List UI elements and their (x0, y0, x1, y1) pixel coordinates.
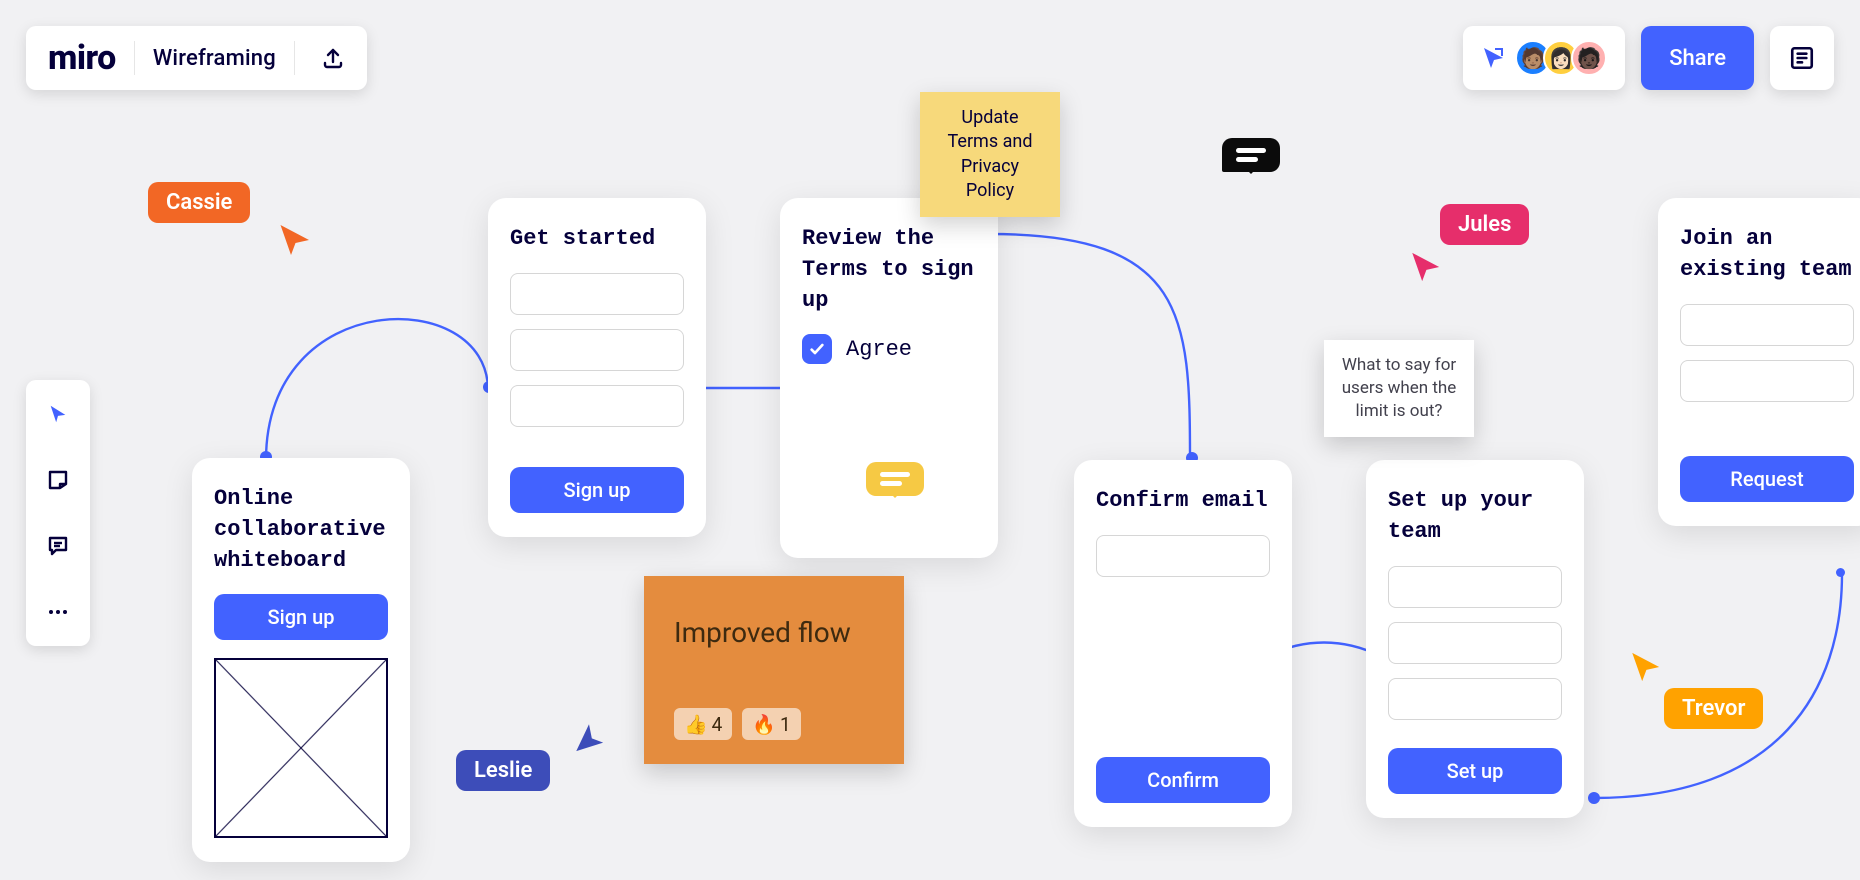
sticky-note-improved-flow[interactable]: Improved flow 👍4 🔥1 (644, 576, 904, 764)
divider (134, 41, 135, 75)
divider (294, 41, 295, 75)
signup-button[interactable]: Sign up (510, 467, 684, 513)
image-placeholder (214, 658, 388, 838)
tool-sticky[interactable] (38, 460, 78, 500)
text-input[interactable] (1388, 566, 1562, 608)
comment-icon[interactable] (1222, 138, 1280, 172)
panel-title: Set up your team (1388, 486, 1562, 548)
avatar[interactable]: 🧑🏿 (1571, 40, 1607, 76)
text-input[interactable] (1680, 304, 1854, 346)
activity-button[interactable] (1770, 26, 1834, 90)
node (1588, 792, 1600, 804)
agree-label: Agree (846, 337, 912, 362)
cursor-mode-icon (1481, 46, 1505, 70)
sticky-text: Update Terms and Privacy Policy (948, 107, 1033, 201)
export-button[interactable] (313, 38, 353, 78)
node (1836, 568, 1845, 577)
panel-title: Online collaborative whiteboard (214, 484, 388, 576)
miro-logo: miro (48, 38, 116, 78)
text-input[interactable] (1096, 535, 1270, 577)
sticky-text: What to say for users when the limit is … (1342, 355, 1457, 421)
board-header-right: 🧑🏽 👩🏻 🧑🏿 Share (1463, 26, 1834, 90)
cursor-icon (47, 403, 69, 425)
panel-online-whiteboard[interactable]: Online collaborative whiteboard Sign up (192, 458, 410, 862)
cursor-icon (1408, 250, 1442, 284)
text-input[interactable] (510, 329, 684, 371)
cursor-tag-trevor: Trevor (1664, 688, 1763, 729)
more-icon (46, 600, 70, 624)
panel-get-started[interactable]: Get started Sign up (488, 198, 706, 537)
panel-title: Get started (510, 224, 684, 255)
panel-confirm-email[interactable]: Confirm email Confirm (1074, 460, 1292, 827)
cursor-tag-leslie: Leslie (456, 750, 550, 791)
connector (262, 226, 492, 466)
text-input[interactable] (1680, 360, 1854, 402)
agree-checkbox[interactable] (802, 334, 832, 364)
panel-title: Join an existing team (1680, 224, 1854, 286)
cursor-icon (572, 720, 606, 754)
comment-icon (46, 534, 70, 558)
toolbar (26, 380, 90, 646)
reaction-fire[interactable]: 🔥1 (742, 708, 800, 741)
panel-setup-team[interactable]: Set up your team Set up (1366, 460, 1584, 818)
text-input[interactable] (1388, 678, 1562, 720)
text-input[interactable] (510, 385, 684, 427)
text-input[interactable] (1388, 622, 1562, 664)
tool-more[interactable] (38, 592, 78, 632)
cursor-tag-cassie: Cassie (148, 182, 250, 223)
sticky-text: Improved flow (674, 616, 851, 649)
collaborators-pill[interactable]: 🧑🏽 👩🏻 🧑🏿 (1463, 26, 1625, 90)
setup-button[interactable]: Set up (1388, 748, 1562, 794)
board-name[interactable]: Wireframing (153, 46, 276, 71)
upload-icon (321, 46, 345, 70)
sticky-note[interactable]: What to say for users when the limit is … (1324, 340, 1474, 437)
avatar-stack[interactable]: 🧑🏽 👩🏻 🧑🏿 (1515, 40, 1607, 76)
signup-button[interactable]: Sign up (214, 594, 388, 640)
sticky-note[interactable]: Update Terms and Privacy Policy (920, 92, 1060, 217)
tool-select[interactable] (38, 394, 78, 434)
cursor-tag-jules: Jules (1440, 204, 1529, 245)
connector (986, 226, 1196, 466)
comment-icon[interactable] (866, 462, 924, 496)
tool-comment[interactable] (38, 526, 78, 566)
activity-list-icon (1789, 45, 1815, 71)
panel-title: Review the Terms to sign up (802, 224, 976, 316)
panel-join-team[interactable]: Join an existing team Request (1658, 198, 1860, 526)
reaction-thumbs[interactable]: 👍4 (674, 708, 732, 741)
share-button[interactable]: Share (1641, 26, 1754, 90)
request-button[interactable]: Request (1680, 456, 1854, 502)
board-header: miro Wireframing (26, 26, 367, 90)
canvas[interactable]: Online collaborative whiteboard Sign up … (0, 0, 1860, 880)
panel-title: Confirm email (1096, 486, 1270, 517)
cursor-icon (1628, 650, 1662, 684)
sticky-icon (46, 468, 70, 492)
cursor-icon (276, 222, 312, 258)
text-input[interactable] (510, 273, 684, 315)
confirm-button[interactable]: Confirm (1096, 757, 1270, 803)
